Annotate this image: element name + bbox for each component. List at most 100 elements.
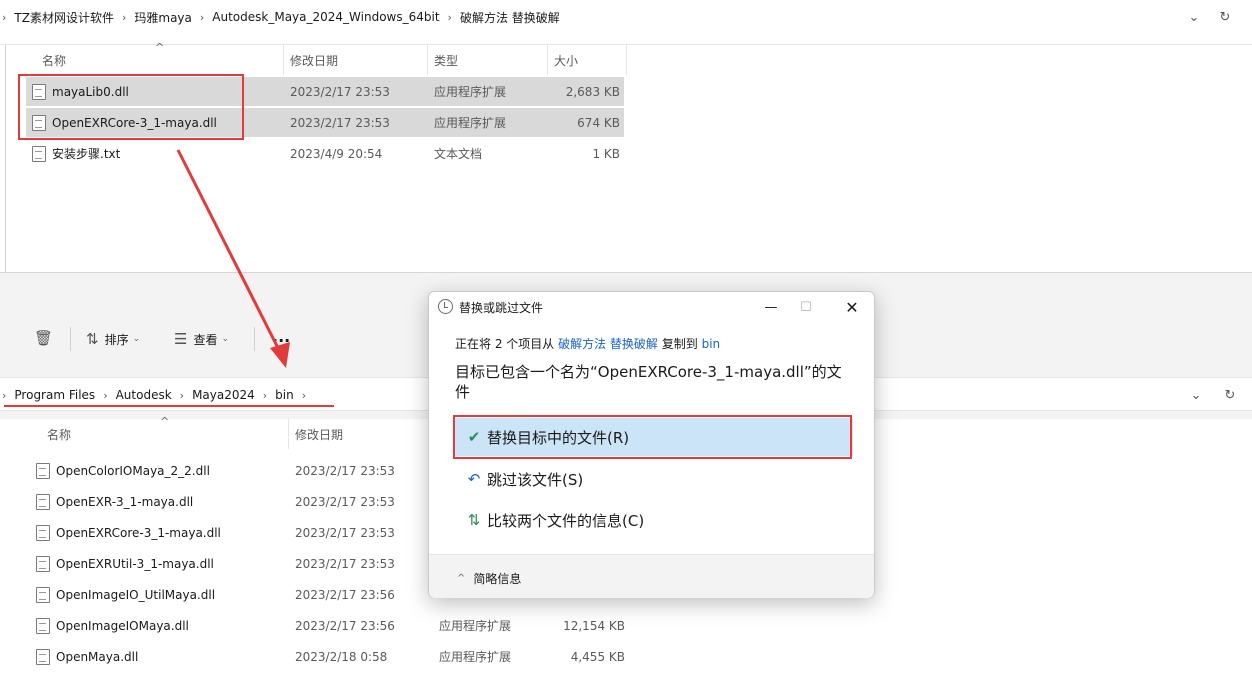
chevron-right-icon: ›: [179, 388, 185, 402]
file-name: OpenColorIOMaya_2_2.dll: [36, 462, 210, 479]
file-name: OpenImageIOMaya.dll: [36, 617, 189, 634]
source-folder-link[interactable]: 破解方法 替换破解: [558, 337, 658, 351]
chevron-down-icon[interactable]: ⌄: [1186, 385, 1206, 405]
view-list-icon: ☰: [174, 330, 188, 348]
dll-file-icon: [36, 462, 50, 479]
file-name: OpenImageIO_UtilMaya.dll: [36, 586, 215, 603]
file-modified: 2023/2/17 23:53: [295, 494, 395, 509]
clock-icon: [438, 299, 453, 314]
file-modified: 2023/2/17 23:56: [295, 618, 395, 633]
column-divider[interactable]: [283, 45, 284, 75]
file-name: OpenEXR-3_1-maya.dll: [36, 493, 193, 510]
destination-folder-link[interactable]: bin: [702, 337, 721, 351]
dll-file-icon: [36, 493, 50, 510]
toolbar-divider: [254, 327, 255, 351]
chevron-right-icon: ›: [301, 388, 307, 402]
file-name: 安装步骤.txt: [32, 145, 120, 162]
chevron-down-icon: ⌄: [132, 334, 141, 344]
file-type: 应用程序扩展: [439, 650, 512, 664]
breadcrumb-item[interactable]: 破解方法 替换破解: [456, 9, 564, 26]
column-header-name[interactable]: 名称: [47, 419, 71, 449]
chevron-right-icon: ›: [447, 10, 452, 24]
file-modified: 2023/2/18 0:58: [295, 649, 388, 664]
column-header-size[interactable]: 大小: [554, 45, 578, 75]
file-size: 1 KB: [592, 146, 620, 161]
chevron-up-icon: ^: [457, 573, 466, 584]
breadcrumb-item[interactable]: Program Files: [10, 388, 99, 402]
toolbar-divider: [70, 327, 71, 351]
file-name: OpenEXRCore-3_1-maya.dll: [36, 524, 221, 541]
annotation-underline: [4, 405, 334, 407]
breadcrumb-item[interactable]: TZ素材网设计软件: [10, 9, 118, 26]
compare-icon: ⇅: [467, 511, 481, 529]
file-type: 应用程序扩展: [434, 85, 507, 99]
close-button[interactable]: ✕: [837, 296, 867, 318]
sort-ascending-icon: ^: [160, 415, 170, 428]
source-explorer-window: › TZ素材网设计软件 › 玛雅maya › Autodesk_Maya_202…: [0, 0, 1252, 272]
chevron-down-icon: ⌄: [221, 334, 230, 344]
file-type: 文本文档: [434, 147, 483, 161]
breadcrumb-item[interactable]: Autodesk: [112, 388, 176, 402]
column-divider[interactable]: [288, 419, 289, 449]
refresh-icon[interactable]: ↻: [1220, 385, 1240, 405]
dialog-heading: 目标已包含一个名为“OpenEXRCore-3_1-maya.dll”的文件: [455, 363, 842, 401]
breadcrumb-item[interactable]: 玛雅maya: [130, 9, 196, 26]
table-row[interactable]: 安装步骤.txt 2023/4/9 20:54 文本文档 1 KB: [26, 139, 624, 168]
column-header-name[interactable]: 名称: [42, 45, 66, 75]
file-modified: 2023/2/17 23:53: [290, 84, 390, 99]
file-modified: 2023/2/17 23:53: [295, 463, 395, 478]
dll-file-icon: [36, 586, 50, 603]
column-header-modified[interactable]: 修改日期: [295, 419, 343, 449]
skip-file-option[interactable]: ↶ 跳过该文件(S): [455, 460, 853, 498]
chevron-right-icon: ›: [103, 388, 108, 402]
file-size: 674 KB: [577, 115, 620, 130]
file-modified: 2023/4/9 20:54: [290, 146, 383, 161]
file-modified: 2023/2/17 23:53: [295, 525, 395, 540]
chevron-right-icon: ›: [121, 10, 127, 24]
table-row[interactable]: OpenImageIOMaya.dll 2023/2/17 23:56 应用程序…: [30, 611, 630, 640]
minimize-button[interactable]: —: [756, 296, 786, 318]
annotation-highlight-box: [18, 74, 244, 140]
column-header-modified[interactable]: 修改日期: [290, 45, 338, 75]
sort-button[interactable]: ⇅ 排序 ⌄: [86, 330, 140, 348]
annotation-highlight-box: [453, 415, 852, 459]
more-options-button[interactable]: ...: [272, 327, 290, 346]
file-size: 12,154 KB: [563, 618, 625, 633]
chevron-down-icon[interactable]: ⌄: [1184, 7, 1204, 27]
dll-file-icon: [36, 524, 50, 541]
file-modified: 2023/2/17 23:56: [295, 587, 395, 602]
chevron-right-icon: ›: [199, 10, 205, 24]
view-button[interactable]: ☰ 查看 ⌄: [174, 330, 229, 348]
refresh-icon[interactable]: ↻: [1215, 7, 1235, 27]
column-divider[interactable]: [547, 45, 548, 75]
dll-file-icon: [36, 617, 50, 634]
column-divider[interactable]: [626, 45, 627, 75]
breadcrumb-item[interactable]: bin: [271, 388, 298, 402]
file-type: 应用程序扩展: [439, 619, 512, 633]
fewer-details-toggle[interactable]: ^ 简略信息: [457, 570, 521, 587]
file-modified: 2023/2/17 23:53: [290, 115, 390, 130]
trash-icon: 🗑: [34, 329, 54, 347]
source-breadcrumb: › TZ素材网设计软件 › 玛雅maya › Autodesk_Maya_202…: [0, 0, 564, 34]
dialog-title-bar[interactable]: 替换或跳过文件 — ☐ ✕: [429, 292, 876, 322]
dll-file-icon: [36, 555, 50, 572]
chevron-right-icon: ›: [2, 10, 7, 24]
file-size: 4,455 KB: [570, 649, 625, 664]
compare-files-option[interactable]: ⇅ 比较两个文件的信息(C): [455, 501, 853, 539]
chevron-right-icon: ›: [2, 388, 7, 402]
chevron-right-icon: ›: [262, 388, 268, 402]
breadcrumb-item[interactable]: Maya2024: [188, 388, 259, 402]
column-header-type[interactable]: 类型: [434, 45, 458, 75]
dialog-footer: ^ 简略信息: [429, 554, 874, 598]
delete-button[interactable]: 🗑: [34, 329, 59, 347]
sort-ascending-icon: ^: [155, 41, 165, 54]
table-row[interactable]: OpenMaya.dll 2023/2/18 0:58 应用程序扩展 4,455…: [30, 642, 630, 671]
file-type: 应用程序扩展: [434, 116, 507, 130]
undo-arrow-icon: ↶: [467, 470, 481, 488]
text-file-icon: [32, 145, 46, 162]
source-address-bar[interactable]: › TZ素材网设计软件 › 玛雅maya › Autodesk_Maya_202…: [0, 0, 1252, 34]
maximize-button: ☐: [800, 299, 812, 315]
file-modified: 2023/2/17 23:53: [295, 556, 395, 571]
column-divider[interactable]: [427, 45, 428, 75]
breadcrumb-item[interactable]: Autodesk_Maya_2024_Windows_64bit: [208, 10, 443, 24]
